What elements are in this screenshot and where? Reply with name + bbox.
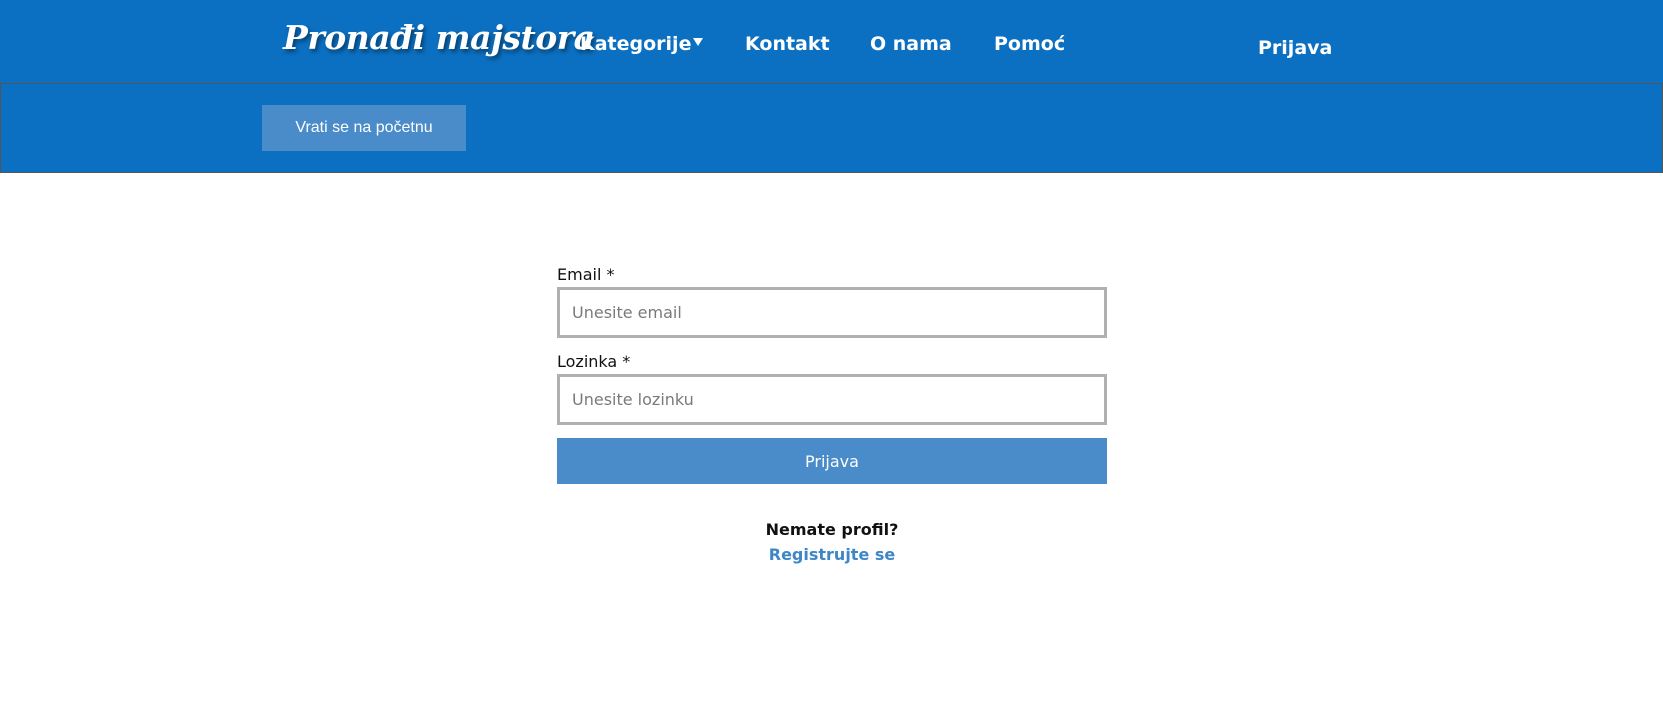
email-input[interactable] xyxy=(557,287,1107,338)
email-label: Email * xyxy=(557,265,615,284)
sub-header-bar: Vrati se na početnu xyxy=(0,83,1663,173)
password-label: Lozinka * xyxy=(557,352,631,371)
nav-categories[interactable]: Kategorije xyxy=(580,33,691,55)
login-submit-button[interactable]: Prijava xyxy=(557,438,1107,484)
nav-contact[interactable]: Kontakt xyxy=(745,33,830,55)
nav-login[interactable]: Prijava xyxy=(1258,37,1332,59)
password-input[interactable] xyxy=(557,374,1107,425)
nav-about[interactable]: O nama xyxy=(870,33,952,55)
top-navbar: Pronađi majstora Kategorije Kontakt O na… xyxy=(0,0,1663,83)
caret-down-icon[interactable] xyxy=(693,38,703,46)
no-profile-text: Nemate profil? xyxy=(765,520,899,539)
nav-help[interactable]: Pomoć xyxy=(994,33,1065,55)
register-link[interactable]: Registrujte se xyxy=(557,545,1107,564)
site-logo[interactable]: Pronađi majstora xyxy=(283,18,595,57)
back-to-home-button[interactable]: Vrati se na početnu xyxy=(262,105,466,151)
